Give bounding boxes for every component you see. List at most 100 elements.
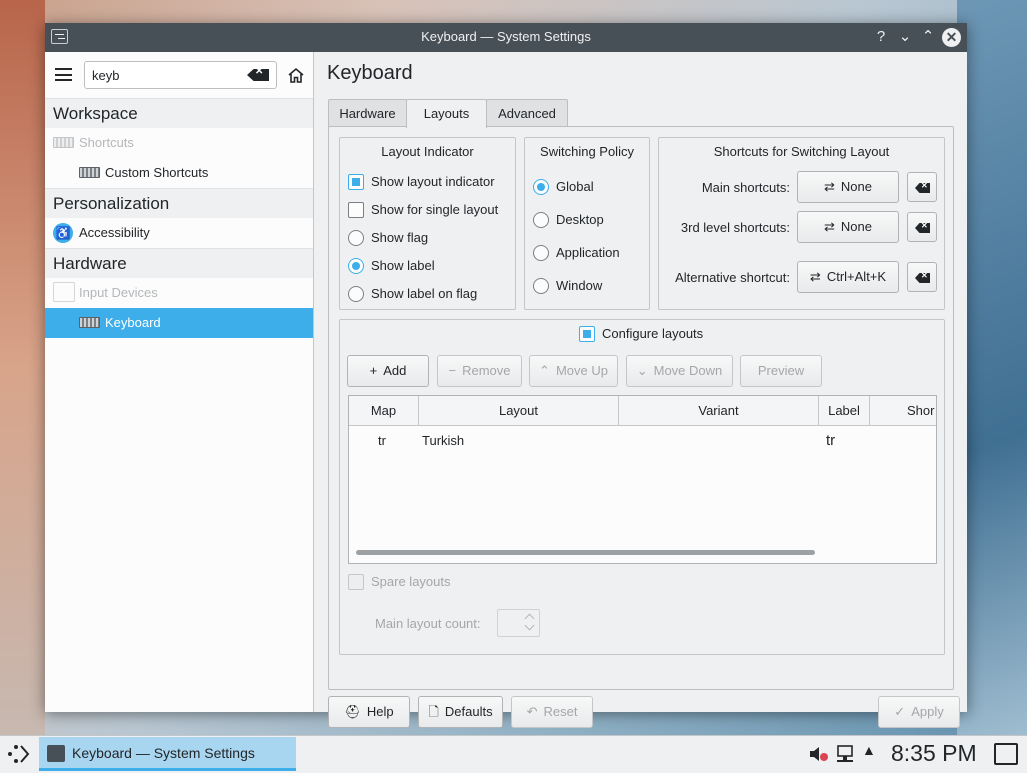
shortcut-value: Ctrl+Alt+K — [826, 269, 887, 284]
main-shortcuts-label: Main shortcuts: — [701, 180, 790, 195]
column-header-layout[interactable]: Layout — [419, 396, 619, 426]
configure-layouts-checkbox[interactable]: Configure layouts — [579, 326, 703, 344]
tab-hardware[interactable]: Hardware — [328, 99, 407, 127]
task-system-settings[interactable]: Keyboard — System Settings — [39, 737, 296, 771]
group-title: Layout Indicator — [381, 144, 474, 159]
sidebar-item-label: Accessibility — [79, 225, 150, 240]
alternative-shortcut-button[interactable]: ⇄ Ctrl+Alt+K — [797, 261, 899, 293]
maximize-icon[interactable]: ⌃ — [918, 27, 938, 47]
button-label: Move Down — [653, 363, 723, 378]
policy-window-radio[interactable]: Window — [533, 278, 602, 296]
button-label: Preview — [757, 363, 805, 378]
plus-icon: + — [369, 363, 378, 378]
move-up-button[interactable]: ⌃ Move Up — [529, 355, 618, 387]
home-icon[interactable] — [287, 67, 305, 84]
spare-layouts-checkbox[interactable]: Spare layouts — [348, 574, 451, 592]
clock[interactable]: 8:35 PM — [891, 740, 977, 767]
show-layout-indicator-checkbox[interactable]: Show layout indicator — [348, 174, 495, 192]
radio-dot — [348, 230, 364, 246]
policy-desktop-radio[interactable]: Desktop — [533, 212, 604, 230]
section-workspace: Workspace — [45, 98, 313, 128]
remove-layout-button[interactable]: − Remove — [437, 355, 522, 387]
taskbar: Keyboard — System Settings ▲ 8:35 PM — [0, 735, 1027, 773]
shortcut-value: None — [840, 219, 872, 234]
column-header-label[interactable]: Label — [819, 396, 870, 426]
policy-application-radio[interactable]: Application — [533, 245, 620, 263]
clear-third-level-shortcut-button[interactable] — [907, 212, 937, 242]
checkbox-box — [348, 574, 364, 590]
clear-search-icon[interactable] — [247, 69, 269, 81]
defaults-button[interactable]: 🗋 Defaults — [418, 696, 503, 728]
option-label: Spare layouts — [371, 574, 451, 589]
apply-button[interactable]: ✓ Apply — [878, 696, 960, 728]
add-layout-button[interactable]: + Add — [347, 355, 429, 387]
option-label: Show layout indicator — [371, 174, 495, 189]
radio-dot — [348, 286, 364, 302]
third-level-shortcuts-button[interactable]: ⇄ None — [797, 211, 899, 243]
group-title: Shortcuts for Switching Layout — [713, 144, 890, 159]
checkbox-box — [348, 202, 364, 218]
alternative-shortcut-label: Alternative shortcut: — [675, 270, 790, 285]
close-icon[interactable]: ✕ — [942, 28, 961, 47]
main-shortcuts-button[interactable]: ⇄ None — [797, 171, 899, 203]
minimize-icon[interactable]: ⌄ — [895, 27, 915, 47]
horizontal-scrollbar[interactable] — [356, 550, 815, 555]
help-icon: ⛑ — [344, 704, 361, 719]
page-title: Keyboard — [327, 62, 413, 84]
column-header-map[interactable]: Map — [349, 396, 419, 426]
main-layout-count-spinbox[interactable] — [497, 609, 540, 637]
column-header-variant[interactable]: Variant — [619, 396, 819, 426]
policy-global-radio[interactable]: Global — [533, 179, 594, 197]
clear-alternative-shortcut-button[interactable] — [907, 262, 937, 292]
search-input[interactable]: keyb — [84, 61, 277, 89]
radio-dot — [348, 258, 364, 274]
help-icon[interactable]: ? — [871, 27, 891, 47]
option-label: Show for single layout — [371, 202, 499, 217]
sidebar-item-keyboard[interactable]: Keyboard — [45, 308, 313, 338]
keyboard-icon — [79, 317, 100, 328]
section-hardware: Hardware — [45, 248, 313, 278]
reset-button[interactable]: ↶ Reset — [511, 696, 593, 728]
help-button[interactable]: ⛑ Help — [328, 696, 410, 728]
switching-policy-group: Switching Policy Global Desktop Applicat… — [524, 137, 650, 310]
clear-main-shortcut-button[interactable] — [907, 172, 937, 202]
network-icon[interactable] — [835, 745, 855, 763]
minus-icon: − — [448, 363, 457, 378]
menu-icon[interactable] — [55, 68, 72, 81]
sidebar: keyb Workspace Shortcuts Custom Shortcut… — [45, 52, 314, 712]
third-level-shortcuts-label: 3rd level shortcuts: — [680, 220, 790, 235]
preview-button[interactable]: Preview — [740, 355, 822, 387]
cell-layout[interactable]: Turkish — [422, 433, 464, 448]
layouts-table[interactable]: Map Layout Variant Label Shor tr Turkish… — [348, 395, 937, 564]
shortcut-icon: ⇄ — [809, 269, 821, 284]
option-label: Global — [556, 179, 594, 194]
tab-layouts[interactable]: Layouts — [406, 99, 487, 128]
sidebar-item-label: Custom Shortcuts — [105, 165, 209, 180]
sidebar-item-custom-shortcuts[interactable]: Custom Shortcuts — [45, 158, 313, 188]
cell-label[interactable]: tr — [826, 432, 835, 449]
show-flag-radio[interactable]: Show flag — [348, 230, 428, 248]
expand-tray-icon[interactable]: ▲ — [862, 742, 876, 758]
app-launcher-icon[interactable] — [6, 742, 30, 766]
show-label-on-flag-radio[interactable]: Show label on flag — [348, 286, 477, 304]
radio-dot — [533, 245, 549, 261]
cell-map[interactable]: tr — [378, 433, 386, 448]
radio-dot — [533, 179, 549, 195]
sidebar-item-accessibility[interactable]: ♿ Accessibility — [45, 218, 313, 248]
layout-indicator-group: Layout Indicator Show layout indicator S… — [339, 137, 516, 310]
volume-muted-icon[interactable] — [809, 745, 829, 763]
search-input-value: keyb — [92, 68, 120, 83]
title-bar[interactable]: Keyboard — System Settings ? ⌄ ⌃ ✕ — [45, 23, 967, 52]
column-header-shortcut[interactable]: Shor — [870, 396, 936, 426]
checkmark-icon: ✓ — [894, 704, 906, 719]
button-label: Reset — [543, 704, 578, 719]
sidebar-item-shortcuts[interactable]: Shortcuts — [45, 128, 313, 158]
task-subtitle: — System Settings — [135, 745, 255, 761]
show-desktop-icon[interactable] — [994, 743, 1018, 765]
radio-dot — [533, 212, 549, 228]
show-for-single-layout-checkbox[interactable]: Show for single layout — [348, 202, 498, 220]
show-label-radio[interactable]: Show label — [348, 258, 435, 276]
move-down-button[interactable]: ⌄ Move Down — [626, 355, 733, 387]
sidebar-item-input-devices[interactable]: Input Devices — [45, 278, 313, 308]
tab-advanced[interactable]: Advanced — [486, 99, 568, 127]
